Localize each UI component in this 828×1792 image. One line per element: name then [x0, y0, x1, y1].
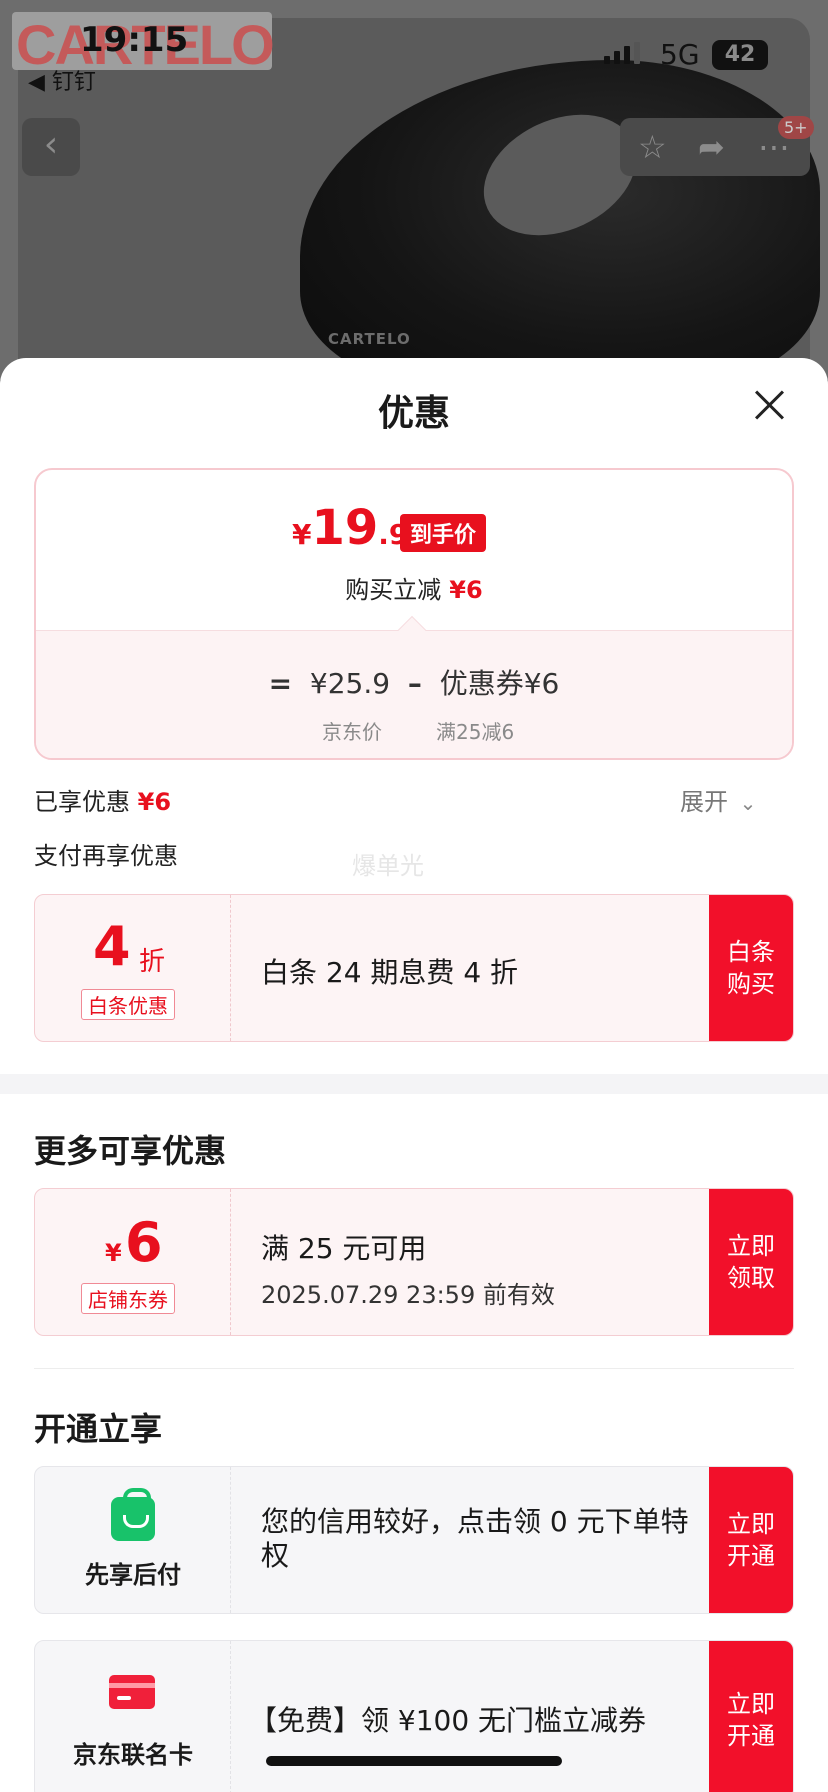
enjoyed-discount: 已享优惠 ¥6 [34, 782, 171, 817]
product-page-background: CARTELO CARTELO 19:15 ◀ 钉钉 5G 42 ‹ ☆ ➦ ⋯… [0, 0, 828, 380]
coupon-rule-label: 满25减6 [436, 720, 515, 744]
open-pay-later-button[interactable]: 立即开通 [709, 1467, 793, 1613]
pay-later-card: 先享后付 您的信用较好，点击领 0 元下单特权 立即开通 [34, 1466, 794, 1614]
baitiao-tag: 白条优惠 [81, 989, 175, 1020]
baitiao-discount-number: 4 [93, 915, 131, 978]
claim-coupon-button[interactable]: 立即领取 [709, 1189, 793, 1335]
jd-card-left: 京东联名卡 [35, 1641, 231, 1792]
baitiao-description: 白条 24 期息费 4 折 [261, 956, 519, 989]
pay-more-label: 支付再享优惠 [34, 842, 178, 870]
price-formula: = ¥25.9 – 优惠券¥6 [36, 662, 792, 702]
baitiao-promo-card: 4 折 白条优惠 白条 24 期息费 4 折 白条购买 [34, 894, 794, 1042]
pay-later-label: 先享后付 [85, 1561, 181, 1589]
more-discounts-title: 更多可享优惠 [34, 1132, 227, 1170]
coupon-tag: 店铺东券 [81, 1283, 175, 1314]
baitiao-discount-unit: 折 [139, 947, 166, 977]
divider [34, 1368, 794, 1369]
chevron-down-icon: ⌄ [739, 791, 757, 815]
coupon-amount: 6 [125, 1211, 163, 1274]
final-price-integer: 19 [311, 500, 379, 556]
home-indicator[interactable] [266, 1756, 562, 1766]
formula-minus: – [407, 667, 422, 700]
jd-card-description: 【免费】领 ¥100 无门槛立减券 [249, 1704, 647, 1737]
pay-later-description: 您的信用较好，点击领 0 元下单特权 [261, 1505, 689, 1572]
baitiao-promo-left: 4 折 白条优惠 [35, 895, 231, 1041]
shopping-bag-icon [111, 1488, 155, 1541]
notification-badge: 5+ [778, 116, 814, 139]
pay-later-middle: 您的信用较好，点击领 0 元下单特权 [231, 1467, 709, 1613]
watermark-text: 爆单光 [352, 852, 424, 880]
open-jd-card-button[interactable]: 立即开通 [709, 1641, 793, 1792]
close-icon[interactable] [752, 388, 786, 422]
baitiao-promo-middle: 白条 24 期息费 4 折 [231, 895, 709, 1041]
shop-coupon-middle: 满 25 元可用 2025.07.29 23:59 前有效 [231, 1189, 709, 1335]
network-type: 5G [660, 38, 700, 71]
share-icon[interactable]: ➦ [698, 128, 725, 166]
signal-icon [604, 42, 640, 64]
back-to-app-link[interactable]: ◀ 钉钉 [28, 64, 96, 96]
section-separator [0, 1074, 828, 1094]
credit-card-icon [109, 1675, 155, 1709]
shop-coupon-left: ¥ 6 店铺东券 [35, 1189, 231, 1335]
expand-label: 展开 [680, 788, 728, 816]
baitiao-buy-button[interactable]: 白条购买 [709, 895, 793, 1041]
price-summary-card: ¥19.9 到手价 购买立减 ¥6 = ¥25.9 – 优惠券¥6 京东价 满25… [34, 468, 794, 760]
sheet-title: 优惠 [377, 393, 450, 434]
pay-later-left: 先享后付 [35, 1467, 231, 1613]
enjoyed-discount-value: ¥6 [137, 788, 172, 816]
instant-reduction-label: 购买立减 [345, 576, 442, 604]
expand-toggle[interactable]: 展开 ⌄ [680, 782, 756, 817]
instant-reduction-value: ¥6 [449, 576, 483, 604]
back-button[interactable]: ‹ [22, 118, 80, 176]
coupon-threshold: 满 25 元可用 [261, 1232, 427, 1265]
formula-equals: = [268, 667, 293, 700]
favorite-star-icon[interactable]: ☆ [638, 128, 667, 166]
formula-jd-price: ¥25.9 [309, 667, 391, 700]
discount-sheet: 优惠 ¥19.9 到手价 购买立减 ¥6 = ¥25.9 – 优惠券¥6 京东价 … [0, 358, 828, 1792]
jd-card-label: 京东联名卡 [73, 1741, 193, 1769]
jd-price-label: 京东价 [322, 720, 382, 744]
battery-icon: 42 [712, 40, 768, 70]
instant-reduction: 购买立减 ¥6 [36, 570, 792, 605]
coupon-currency: ¥ [105, 1239, 122, 1267]
status-bar: CARTELO 19:15 ◀ 钉钉 5G 42 [0, 0, 828, 95]
jd-card-offer-card: 京东联名卡 【免费】领 ¥100 无门槛立减券 立即开通 [34, 1640, 794, 1792]
shoe-brand-text: CARTELO [328, 330, 411, 348]
enjoyed-discount-label: 已享优惠 [34, 788, 130, 816]
final-price: ¥19.9 [292, 500, 408, 556]
status-time: 19:15 [80, 20, 189, 60]
shop-coupon-card: ¥ 6 店铺东券 满 25 元可用 2025.07.29 23:59 前有效 立… [34, 1188, 794, 1336]
final-price-tag: 到手价 [400, 514, 487, 552]
final-price-currency: ¥ [292, 518, 312, 551]
formula-coupon: 优惠券¥6 [439, 667, 560, 700]
open-enjoy-title: 开通立享 [34, 1410, 163, 1448]
jd-card-middle: 【免费】领 ¥100 无门槛立减券 [231, 1641, 709, 1792]
coupon-expiry: 2025.07.29 23:59 前有效 [261, 1281, 555, 1309]
